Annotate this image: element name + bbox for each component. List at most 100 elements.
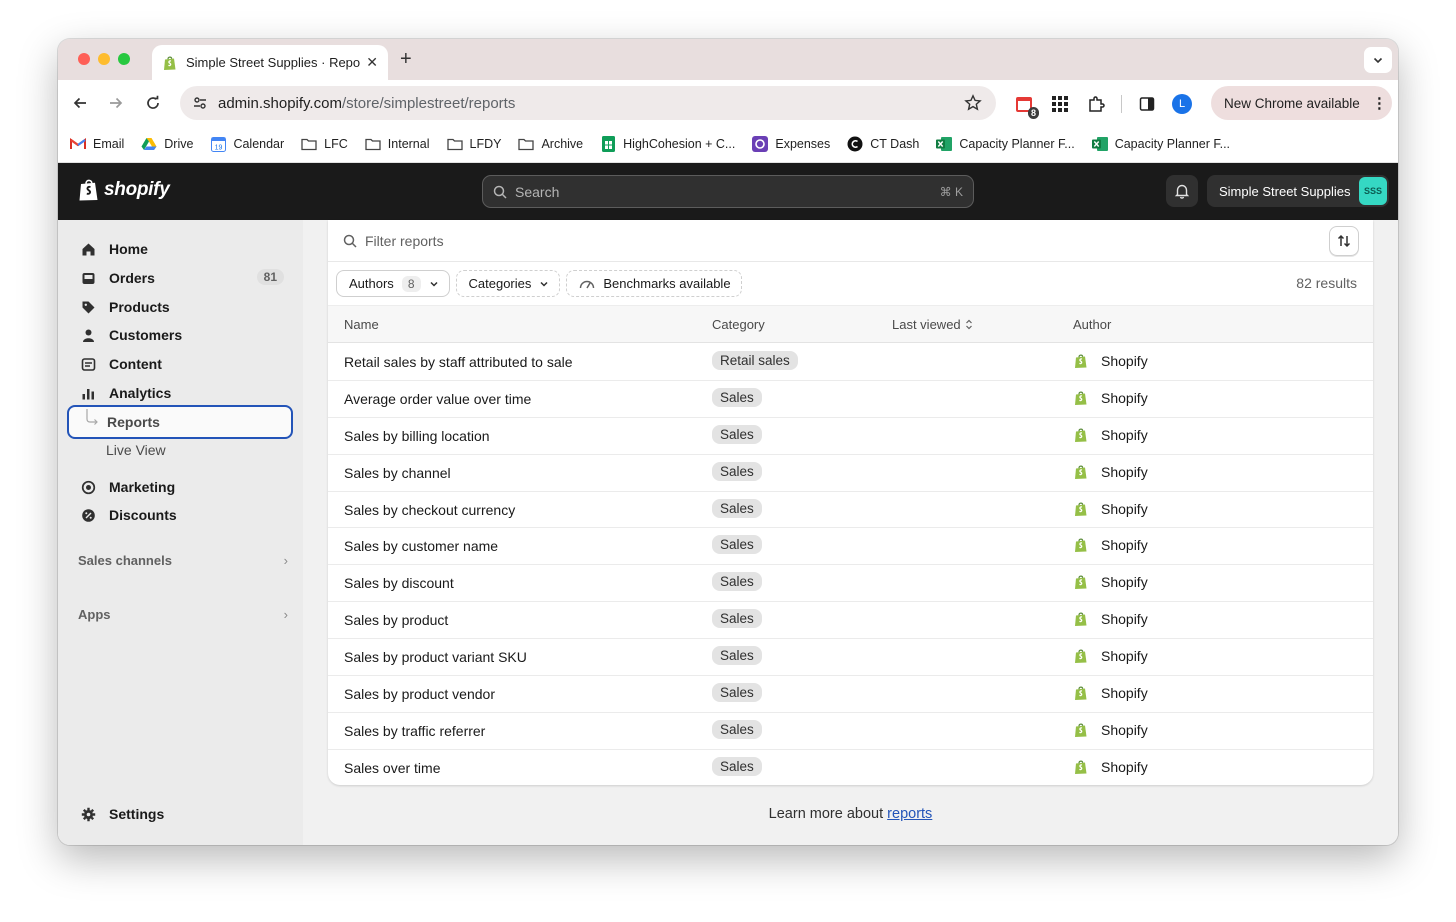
report-name[interactable]: Sales by discount	[344, 575, 454, 591]
report-name[interactable]: Sales by traffic referrer	[344, 723, 485, 739]
report-name[interactable]: Sales by channel	[344, 465, 451, 481]
sidebar-item-settings[interactable]: Settings	[68, 800, 292, 828]
tab-search-button[interactable]	[1364, 47, 1392, 73]
calendar-extension-icon[interactable]: 8	[1013, 93, 1039, 119]
excel-icon	[1091, 136, 1108, 152]
shopify-logo[interactable]: shopify	[78, 178, 170, 202]
back-button[interactable]	[70, 93, 90, 113]
address-bar[interactable]: admin.shopify.com/store/simplestreet/rep…	[180, 86, 996, 120]
store-menu-button[interactable]: Simple Street Supplies SSS	[1207, 175, 1389, 207]
sidebar-item-live-view[interactable]: Live View	[68, 436, 292, 464]
sidebar-section-sales-channels[interactable]: Sales channels ›	[78, 550, 288, 570]
sidebar-section-apps[interactable]: Apps ›	[78, 604, 288, 624]
sidebar-item-customers[interactable]: Customers	[68, 321, 292, 349]
sidebar-item-analytics[interactable]: Analytics	[68, 379, 292, 407]
bookmark-star-icon[interactable]	[964, 94, 982, 112]
sidebar-item-discounts[interactable]: Discounts	[68, 501, 292, 529]
table-row[interactable]: Sales by product variant SKU Sales Shopify	[328, 639, 1373, 677]
categories-filter-chip[interactable]: Categories	[455, 270, 561, 297]
reports-card: Filter reports Authors 8 Categories Benc…	[328, 220, 1373, 785]
apps-grid-icon[interactable]	[1049, 93, 1071, 115]
site-settings-icon[interactable]	[192, 95, 212, 111]
bookmarks-bar: Email Drive 19 Calendar LFC Internal LFDY Archi…	[58, 126, 1398, 163]
bookmark-expenses[interactable]: Expenses	[752, 136, 830, 152]
profile-avatar[interactable]: L	[1172, 94, 1192, 114]
kebab-menu-icon[interactable]: ⋮	[1372, 94, 1387, 112]
report-name[interactable]: Sales by product variant SKU	[344, 649, 527, 665]
category-badge: Sales	[712, 424, 762, 444]
report-name[interactable]: Sales over time	[344, 760, 440, 776]
bookmark-capacity-planner-f[interactable]: Capacity Planner F...	[1091, 136, 1230, 152]
sidebar-item-marketing[interactable]: Marketing	[68, 473, 292, 501]
table-row[interactable]: Retail sales by staff attributed to sale…	[328, 344, 1373, 381]
sidebar-item-orders[interactable]: Orders 81	[68, 264, 292, 292]
bookmark-internal[interactable]: Internal	[365, 136, 430, 152]
side-panel-icon[interactable]	[1136, 93, 1158, 115]
report-name[interactable]: Sales by product	[344, 612, 448, 628]
sidebar-item-reports[interactable]: Reports	[67, 405, 293, 439]
table-row[interactable]: Sales by traffic referrer Sales Shopify	[328, 713, 1373, 750]
bookmark-archive[interactable]: Archive	[518, 136, 583, 152]
filter-reports-input[interactable]: Filter reports	[328, 220, 1373, 262]
notifications-button[interactable]	[1166, 175, 1198, 207]
tab-active[interactable]: Simple Street Supplies · Repo ✕	[152, 45, 388, 80]
search-shortcut: ⌘ K	[939, 184, 963, 199]
table-row[interactable]: Sales by checkout currency Sales Shopify	[328, 492, 1373, 529]
close-window-button[interactable]	[78, 53, 90, 65]
table-row[interactable]: Sales by product vendor Sales Shopify	[328, 676, 1373, 713]
sort-button[interactable]	[1329, 226, 1359, 256]
benchmarks-filter-chip[interactable]: Benchmarks available	[566, 270, 742, 297]
report-name[interactable]: Sales by billing location	[344, 428, 490, 444]
report-name[interactable]: Sales by customer name	[344, 538, 498, 554]
forward-button[interactable]	[106, 93, 126, 113]
bookmark-calendar[interactable]: 19 Calendar	[210, 136, 284, 152]
minimize-window-button[interactable]	[98, 53, 110, 65]
report-name[interactable]: Sales by checkout currency	[344, 502, 515, 518]
table-row[interactable]: Sales by billing location Sales Shopify	[328, 418, 1373, 455]
svg-text:19: 19	[215, 144, 223, 151]
category-badge: Sales	[712, 461, 762, 481]
bookmark-lfc[interactable]: LFC	[301, 136, 348, 152]
reload-button[interactable]	[143, 93, 163, 113]
close-tab-icon[interactable]: ✕	[366, 54, 378, 71]
bookmark-ct-dash[interactable]: CT Dash	[847, 136, 919, 152]
new-tab-button[interactable]: +	[400, 49, 412, 69]
shopify-bag-icon	[1075, 575, 1087, 590]
toolbar-separator	[1121, 95, 1122, 113]
column-category[interactable]: Category	[712, 317, 765, 332]
table-row[interactable]: Sales by product Sales Shopify	[328, 602, 1373, 640]
admin-search-input[interactable]: Search ⌘ K	[482, 175, 974, 208]
authors-filter-chip[interactable]: Authors 8	[336, 270, 450, 297]
gear-icon	[80, 806, 96, 822]
puzzle-extensions-icon[interactable]	[1085, 93, 1107, 115]
bookmark-drive[interactable]: Drive	[141, 136, 193, 152]
sidebar-item-content[interactable]: Content	[68, 350, 292, 378]
shopify-bag-icon	[1075, 502, 1087, 516]
bookmark-email[interactable]: Email	[70, 136, 124, 152]
discount-icon	[80, 507, 96, 523]
report-author: Shopify	[1073, 427, 1148, 443]
reports-help-link[interactable]: reports	[887, 806, 932, 822]
report-name[interactable]: Sales by product vendor	[344, 686, 495, 702]
sidebar-item-products[interactable]: Products	[68, 293, 292, 321]
bookmark-lfdy[interactable]: LFDY	[446, 136, 501, 152]
table-row[interactable]: Sales by discount Sales Shopify	[328, 565, 1373, 603]
bookmark-capacity-planner-f[interactable]: Capacity Planner F...	[936, 136, 1075, 152]
maximize-window-button[interactable]	[118, 53, 130, 65]
table-row[interactable]: Sales by channel Sales Shopify	[328, 455, 1373, 492]
reports-table-body: Retail sales by staff attributed to sale…	[328, 344, 1373, 785]
column-author[interactable]: Author	[1073, 317, 1111, 332]
chevron-down-icon	[429, 279, 439, 289]
table-row[interactable]: Sales by customer name Sales Shopify	[328, 528, 1373, 566]
column-name[interactable]: Name	[344, 317, 379, 332]
report-name[interactable]: Retail sales by staff attributed to sale	[344, 354, 573, 370]
report-name[interactable]: Average order value over time	[344, 391, 531, 407]
update-chrome-button[interactable]: New Chrome available ⋮	[1211, 86, 1392, 120]
column-last-viewed[interactable]: Last viewed	[892, 317, 973, 332]
folder-icon	[365, 136, 381, 152]
table-row[interactable]: Sales over time Sales Shopify	[328, 750, 1373, 785]
arrow-left-icon	[73, 97, 86, 109]
sidebar-item-home[interactable]: Home	[68, 235, 292, 263]
bookmark-highcohesion-c[interactable]: HighCohesion + C...	[600, 136, 735, 152]
table-row[interactable]: Average order value over time Sales Shopif…	[328, 381, 1373, 418]
